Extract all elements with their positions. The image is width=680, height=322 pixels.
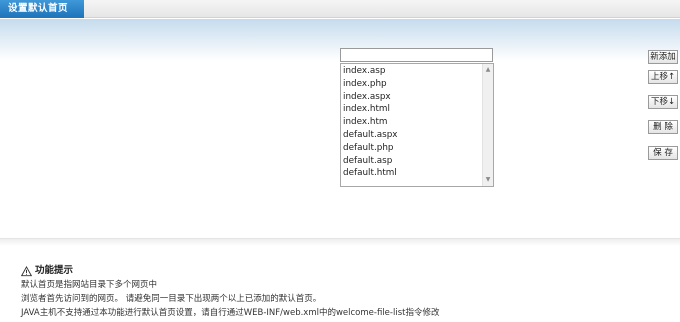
tips-heading: 功能提示 [21, 264, 661, 278]
tip-line: 默认首页是指网站目录下多个网页中 [21, 280, 158, 290]
default-page-editor: index.asp index.php index.aspx index.htm… [340, 48, 495, 187]
save-button[interactable]: 保 存 [648, 146, 678, 160]
list-item[interactable]: index.php [341, 78, 482, 91]
list-item[interactable]: default.aspx [341, 129, 482, 142]
add-button[interactable]: 新添加 [648, 50, 678, 64]
default-page-listbox[interactable]: index.asp index.php index.aspx index.htm… [340, 63, 494, 187]
list-item[interactable]: index.asp [341, 65, 482, 78]
listbox-scrollbar[interactable]: ▲ ▼ [482, 64, 493, 186]
warning-triangle-icon [21, 265, 32, 276]
section-divider [0, 238, 680, 246]
filename-input[interactable] [340, 48, 493, 62]
scroll-up-arrow-icon[interactable]: ▲ [483, 65, 493, 75]
move-up-button[interactable]: 上移↑ [648, 70, 678, 84]
list-item[interactable]: index.aspx [341, 91, 482, 104]
top-bar [0, 0, 680, 18]
list-item[interactable]: default.html [341, 167, 482, 180]
page-title-tab[interactable]: 设置默认首页 [0, 0, 84, 18]
list-item[interactable]: index.htm [341, 116, 482, 129]
tip-line: JAVA主机不支持通过本功能进行默认首页设置，请自行通过WEB-INF/web.… [21, 308, 440, 318]
list-item[interactable]: index.html [341, 103, 482, 116]
delete-button[interactable]: 删 除 [648, 120, 678, 134]
scroll-down-arrow-icon[interactable]: ▼ [483, 175, 493, 185]
tips-title-text: 功能提示 [35, 265, 74, 276]
list-item[interactable]: default.asp [341, 155, 482, 168]
move-down-button[interactable]: 下移↓ [648, 95, 678, 109]
listbox-items: index.asp index.php index.aspx index.htm… [341, 65, 482, 180]
list-item[interactable]: default.php [341, 142, 482, 155]
tips-section: 功能提示 默认首页是指网站目录下多个网页中 浏览者首先访问到的网页。 请避免同一… [21, 264, 661, 320]
tip-line: 浏览者首先访问到的网页。 请避免同一目录下出现两个以上已添加的默认首页。 [21, 294, 322, 304]
